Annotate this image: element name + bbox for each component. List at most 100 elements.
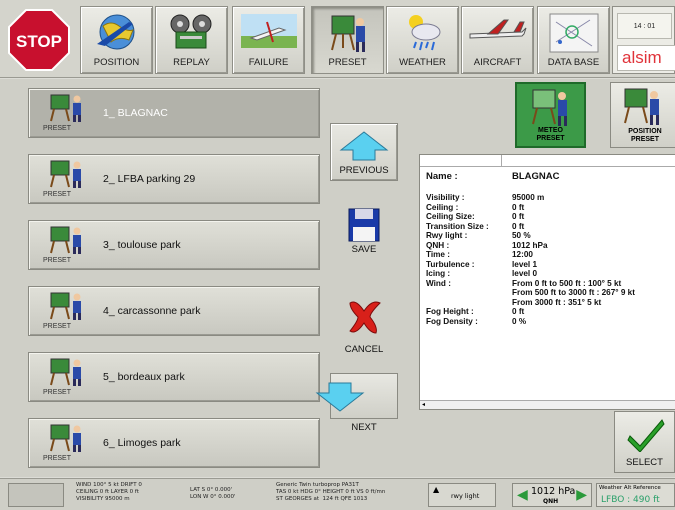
weather-button[interactable]: WEATHER [386, 6, 459, 74]
info-row: From 3000 ft : 351° 5 kt [426, 298, 674, 308]
info-key: Icing : [426, 269, 451, 278]
preset-item-3[interactable]: PRESET 3_ toulouse park [28, 220, 320, 270]
preset-item-2[interactable]: PRESET 2_ LFBA parking 29 [28, 154, 320, 204]
preset-board-icon [50, 160, 81, 188]
rwy-light-control[interactable]: ▲ rwy light [428, 483, 496, 507]
lfbo-elevation: LFBO : 490 ft [601, 495, 660, 505]
weather-cloud-icon [408, 15, 440, 51]
tab-position-label: POSITION PRESET [628, 128, 662, 143]
select-button[interactable]: SELECT [614, 411, 675, 473]
info-row: Ceiling : 0 ft [426, 203, 674, 213]
stop-button[interactable]: STOP [8, 9, 70, 71]
info-header-col [420, 155, 502, 166]
info-row: Turbulence : level 1 [426, 260, 674, 270]
info-value: 95000 m [512, 193, 545, 202]
save-button[interactable]: SAVE [330, 201, 398, 259]
info-key: Ceiling Size: [426, 212, 475, 221]
scroll-left-icon[interactable]: ◂ [422, 401, 425, 408]
info-value: 0 ft [512, 221, 525, 231]
map-chart-icon [549, 13, 598, 53]
info-value: 0 ft [512, 202, 525, 212]
info-body: Name : BLAGNAC Visibility :95000 m Ceilin… [420, 167, 675, 330]
info-key: Wind : [426, 278, 451, 288]
qnh-increase-icon[interactable]: ▶ [576, 487, 587, 503]
info-value: BLAGNAC [512, 171, 560, 182]
cancel-label: CANCEL [344, 344, 384, 355]
qnh-decrease-icon[interactable]: ◀ [517, 487, 528, 503]
failure-button[interactable]: FAILURE [232, 6, 305, 74]
instructor-board-icon [624, 88, 659, 125]
database-button[interactable]: DATA BASE [537, 6, 610, 74]
svg-text:STOP: STOP [16, 32, 62, 51]
info-value: From 500 ft to 3000 ft : 267° 9 kt [512, 288, 635, 297]
info-key: Fog Density : [426, 316, 478, 326]
preset-name: 5_ bordeaux park [103, 371, 185, 383]
position-button[interactable]: POSITION [80, 6, 153, 74]
aircraft-button[interactable]: AIRCRAFT [461, 6, 534, 74]
tab-meteo-preset[interactable]: METEO PRESET [515, 82, 586, 148]
status-indicator [8, 483, 64, 507]
status-aircraft: Generic Twin turboprop PA31T TAS 0 kt HD… [276, 482, 386, 502]
replay-button[interactable]: REPLAY [155, 6, 228, 74]
qnh-control[interactable]: ◀ 1012 hPa QNH ▶ [512, 483, 592, 507]
preset-name: 1_ BLAGNAC [103, 107, 168, 119]
preset-tag: PRESET [43, 455, 72, 462]
preset-name: 3_ toulouse park [103, 239, 181, 251]
arrow-up-icon [339, 131, 389, 161]
horizontal-scrollbar[interactable]: ◂ ▸ [420, 400, 675, 409]
next-button[interactable]: NEXT [315, 373, 398, 433]
previous-label: PREVIOUS [339, 165, 389, 176]
preset-board-icon [50, 424, 81, 452]
select-label: SELECT [626, 457, 663, 468]
preset-board-icon [50, 292, 81, 320]
tab-meteo-label: METEO PRESET [536, 127, 565, 142]
info-value: 12:00 [512, 250, 533, 259]
crashed-plane-icon [240, 14, 297, 48]
info-key: Time : [426, 250, 450, 259]
info-key: Transition Size : [426, 221, 489, 231]
info-row: Fog Density : 0 % [426, 317, 674, 327]
info-value: 0 % [512, 316, 527, 326]
alt-reference-label: Weather Alt Reference [599, 485, 661, 491]
preset-tag: PRESET [43, 389, 72, 396]
preset-info-panel: Name : BLAGNAC Visibility :95000 m Ceilin… [419, 154, 675, 410]
preset-board-icon [50, 226, 81, 254]
preset-tag: PRESET [43, 323, 72, 330]
info-row: QNH : 1012 hPa [426, 241, 674, 251]
floppy-disk-icon [348, 208, 380, 242]
instructor-board-icon [330, 15, 365, 52]
info-row: From 500 ft to 3000 ft : 267° 9 kt [426, 288, 674, 298]
preset-item-6[interactable]: PRESET 6_ Limoges park [28, 418, 320, 468]
status-wind: WIND 100° 5 kt DRIFT 0 CEILING 0 ft LAYE… [76, 482, 142, 502]
checkmark-icon [627, 419, 665, 452]
info-row: Time : 12:00 [426, 250, 674, 260]
save-label: SAVE [351, 244, 377, 255]
clock-display: 14 : 01 [617, 13, 672, 39]
failure-label: FAILURE [248, 57, 289, 68]
preset-label: PRESET [328, 57, 367, 68]
info-key [426, 288, 512, 298]
info-key: Ceiling : [426, 202, 459, 212]
alt-reference-box: Weather Alt Reference LFBO : 490 ft [596, 483, 675, 507]
info-key: QNH : [426, 240, 450, 250]
preset-item-1[interactable]: PRESET 1_ BLAGNAC [28, 88, 320, 138]
preset-name: 4_ carcassonne park [103, 305, 201, 317]
tab-position-preset[interactable]: POSITION PRESET [610, 82, 675, 148]
previous-button[interactable]: PREVIOUS [330, 123, 398, 181]
info-rows: Visibility :95000 m Ceiling :0 ft Ceiling … [426, 193, 674, 326]
preset-tag: PRESET [43, 257, 72, 264]
info-row: Rwy light : 50 % [426, 231, 674, 241]
preset-item-4[interactable]: PRESET 4_ carcassonne park [28, 286, 320, 336]
info-key: Rwy light : [426, 231, 468, 240]
clock-panel: 14 : 01 alsim [612, 6, 675, 74]
preset-board-icon [50, 94, 81, 122]
preset-tag: PRESET [43, 191, 72, 198]
preset-board-icon [50, 358, 81, 386]
preset-name: 2_ LFBA parking 29 [103, 173, 196, 185]
preset-button[interactable]: PRESET [311, 6, 384, 74]
info-key: Turbulence : [426, 259, 475, 269]
next-arrow-frame [315, 373, 398, 419]
cancel-button[interactable]: CANCEL [330, 291, 398, 355]
preset-item-5[interactable]: PRESET 5_ bordeaux park [28, 352, 320, 402]
info-row: Fog Height : 0 ft [426, 307, 674, 317]
